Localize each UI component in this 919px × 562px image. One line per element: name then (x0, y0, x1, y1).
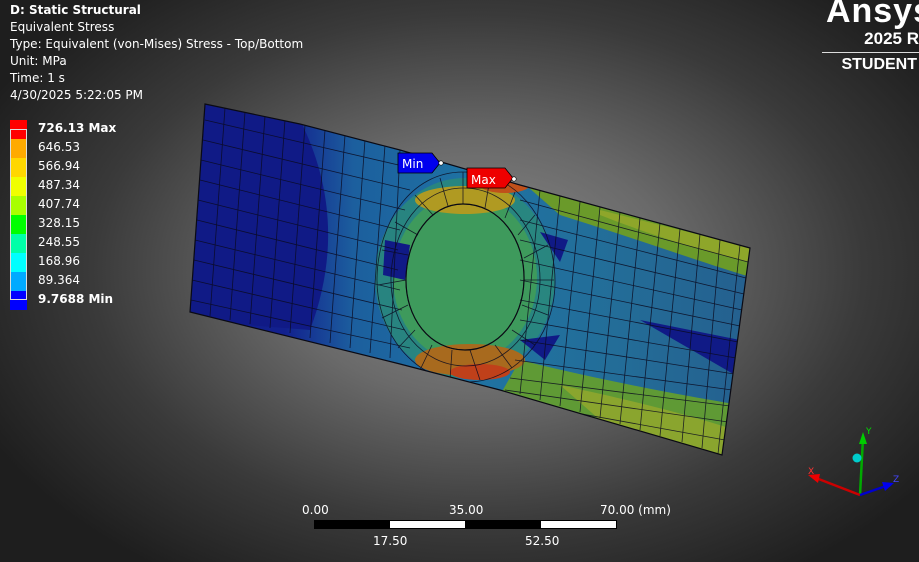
y-axis-label: Y (865, 427, 872, 437)
max-probe-label: Max (471, 173, 496, 187)
plate-mesh[interactable] (180, 100, 760, 460)
scale-tick-label: 0.00 (302, 503, 329, 517)
x-axis-arrow (815, 476, 861, 497)
coordinate-triad[interactable]: Y X Z (800, 420, 910, 510)
y-axis-arrow (858, 437, 865, 496)
scale-bar: 0.00 35.00 70.00 (mm) 17.50 52.50 (300, 500, 671, 550)
scale-tick-label: 70.00 (mm) (600, 503, 671, 517)
scale-bar-track (314, 520, 617, 529)
stress-contour-viewport[interactable]: Min Max (0, 0, 919, 562)
scale-tick-label: 52.50 (525, 534, 560, 548)
z-axis-arrow (859, 484, 887, 497)
scale-tick-label: 35.00 (449, 503, 484, 517)
z-axis-label: Z (893, 475, 899, 485)
min-probe-label: Min (402, 157, 423, 171)
isometric-view-ball[interactable] (852, 453, 862, 463)
x-axis-label: X (808, 467, 814, 477)
scale-tick-label: 17.50 (373, 534, 408, 548)
